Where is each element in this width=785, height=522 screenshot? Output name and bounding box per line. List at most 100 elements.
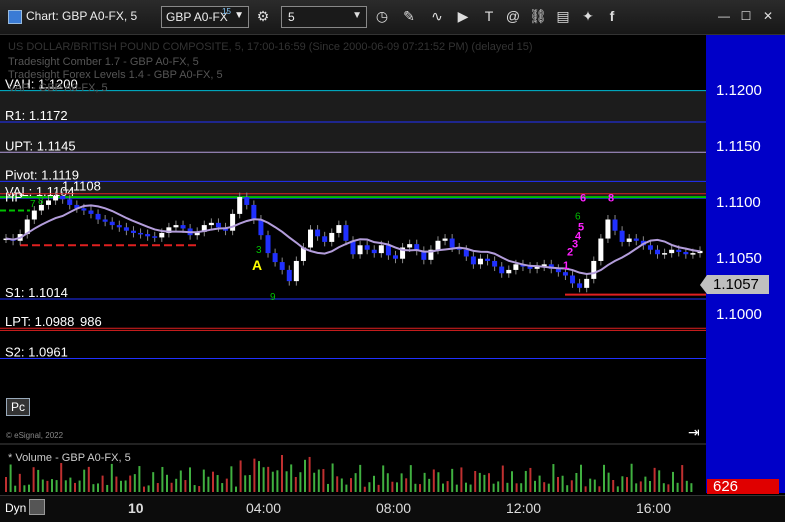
candle-body bbox=[31, 210, 37, 220]
price-axis[interactable]: 1.1200 1.1150 1.1100 1.1050 1.1000 bbox=[706, 35, 785, 493]
close-button[interactable]: ✕ bbox=[760, 8, 776, 24]
pencil-icon[interactable]: ✎ bbox=[398, 6, 420, 26]
candle-body bbox=[612, 219, 618, 231]
candle-body bbox=[308, 229, 314, 248]
candle-body bbox=[470, 256, 476, 265]
clock-icon[interactable]: ◷ bbox=[371, 6, 393, 26]
candle-body bbox=[159, 232, 165, 238]
facebook-icon[interactable]: f bbox=[601, 6, 623, 26]
candle-body bbox=[683, 251, 689, 255]
overlap-fragment: 986 bbox=[80, 314, 102, 329]
candle-body bbox=[463, 249, 469, 257]
candle-body bbox=[378, 245, 384, 254]
level-label: S2: 1.0961 bbox=[5, 344, 68, 359]
interval-value: 5 bbox=[288, 10, 295, 24]
candle-body bbox=[279, 262, 285, 270]
y-tick-label: 1.1050 bbox=[716, 249, 762, 267]
candle-body bbox=[45, 200, 51, 205]
play-icon[interactable]: ▶ bbox=[452, 6, 474, 26]
setup-count-magenta: 6 bbox=[580, 193, 586, 205]
candle-body bbox=[60, 195, 66, 200]
maximize-button[interactable]: ☐ bbox=[738, 8, 754, 24]
clipboard-icon[interactable]: ▤ bbox=[552, 6, 574, 26]
candle-body bbox=[605, 219, 611, 239]
candle-body bbox=[116, 225, 122, 228]
candle-body bbox=[237, 197, 243, 214]
study-label-levels: Tradesight Forex Levels 1.4 - GBP A0-FX,… bbox=[8, 69, 223, 81]
link-icon[interactable]: ⛓ bbox=[527, 6, 549, 26]
scroll-to-end-icon[interactable]: ⇥ bbox=[688, 424, 700, 441]
symbol-input[interactable]: GBP A0-FX 15 ▼ bbox=[161, 6, 249, 28]
interval-input[interactable]: 5 ▼ bbox=[281, 6, 367, 28]
chart-window-icon bbox=[8, 10, 22, 24]
x-tick-label: 16:00 bbox=[636, 500, 672, 516]
candle-body bbox=[244, 197, 250, 205]
candle-body bbox=[562, 272, 568, 276]
setup-count-magenta: 8 bbox=[608, 193, 614, 205]
candle-body bbox=[258, 219, 264, 236]
x-tick-label: 08:00 bbox=[376, 500, 412, 516]
window-titlebar: Chart: GBP A0-FX, 5 GBP A0-FX 15 ▼ ⚙ 5 ▼… bbox=[0, 0, 785, 35]
candle-body bbox=[442, 238, 448, 241]
settings-gear-icon[interactable]: ⚙ bbox=[252, 6, 274, 26]
candle-body bbox=[286, 269, 292, 282]
candle-body bbox=[591, 260, 597, 279]
x-tick-label: 04:00 bbox=[246, 500, 282, 516]
at-symbol-icon[interactable]: @ bbox=[502, 6, 524, 26]
chart-header-text: US DOLLAR/BRITISH POUND COMPOSITE, 5, 17… bbox=[8, 41, 533, 53]
pc-button[interactable]: Pc bbox=[6, 398, 30, 416]
minimize-button[interactable]: — bbox=[716, 8, 732, 24]
y-tick-label: 1.1150 bbox=[716, 137, 761, 155]
time-axis[interactable]: Dyn 10 04:00 08:00 12:00 16:00 bbox=[0, 495, 785, 522]
study-label-comber: Tradesight Comber 1.7 - GBP A0-FX, 5 bbox=[8, 56, 199, 68]
setup-count-green: 9 bbox=[270, 292, 276, 303]
candle-body bbox=[265, 235, 271, 254]
candle-body bbox=[449, 238, 455, 248]
text-tool-icon[interactable]: T bbox=[478, 6, 500, 26]
candle-body bbox=[392, 255, 398, 259]
copyright-text: © eSignal, 2022 bbox=[6, 431, 64, 440]
overlap-fragment: HP bbox=[5, 189, 23, 204]
candle-body bbox=[315, 229, 321, 237]
candle-body bbox=[130, 230, 136, 233]
candle-body bbox=[208, 222, 214, 226]
line-draw-icon[interactable]: ∿ bbox=[426, 6, 448, 26]
candle-body bbox=[584, 278, 590, 288]
marker-a: A bbox=[252, 257, 262, 273]
candle-body bbox=[676, 249, 682, 252]
candle-body bbox=[53, 195, 59, 201]
dyn-mode-label[interactable]: Dyn bbox=[5, 501, 26, 515]
candle-body bbox=[230, 213, 236, 231]
lock-icon[interactable] bbox=[29, 499, 45, 515]
chevron-down-icon[interactable]: ▼ bbox=[234, 10, 244, 21]
setup-count-green: 7 bbox=[30, 199, 36, 210]
candle-body bbox=[336, 225, 342, 233]
candle-body bbox=[669, 249, 675, 254]
candle-body bbox=[138, 232, 144, 235]
candle-body bbox=[662, 253, 668, 255]
candle-body bbox=[95, 213, 101, 220]
last-price-pointer bbox=[700, 275, 707, 294]
candle-body bbox=[690, 253, 696, 255]
price-chart[interactable]: VAH: 1.1200R1: 1.1172UPT: 1.1145Pivot: 1… bbox=[0, 35, 706, 495]
chevron-down-icon[interactable]: ▼ bbox=[352, 10, 362, 21]
candle-body bbox=[145, 234, 151, 237]
candle-body bbox=[619, 230, 625, 242]
x-tick-label: 10 bbox=[128, 500, 144, 516]
twitter-icon[interactable]: ✦ bbox=[577, 6, 599, 26]
candle-body bbox=[385, 245, 391, 256]
last-price-label: 1.1057 bbox=[707, 275, 769, 294]
overlap-fragment: 1.1108 bbox=[62, 179, 101, 194]
candle-body bbox=[492, 260, 498, 267]
candle-body bbox=[485, 258, 491, 261]
candle-body bbox=[371, 249, 377, 254]
candle-body bbox=[506, 269, 512, 274]
volume-last-label: 626 bbox=[707, 479, 779, 494]
level-label: LPT: 1.0988 bbox=[5, 314, 74, 329]
candle-body bbox=[123, 227, 129, 231]
candle-body bbox=[152, 236, 158, 238]
candle-body bbox=[329, 232, 335, 242]
candle-body bbox=[626, 238, 632, 242]
study-label-vap: VAP - GBP A0-FX, 5 bbox=[8, 82, 108, 94]
level-label: S1: 1.1014 bbox=[5, 285, 68, 300]
